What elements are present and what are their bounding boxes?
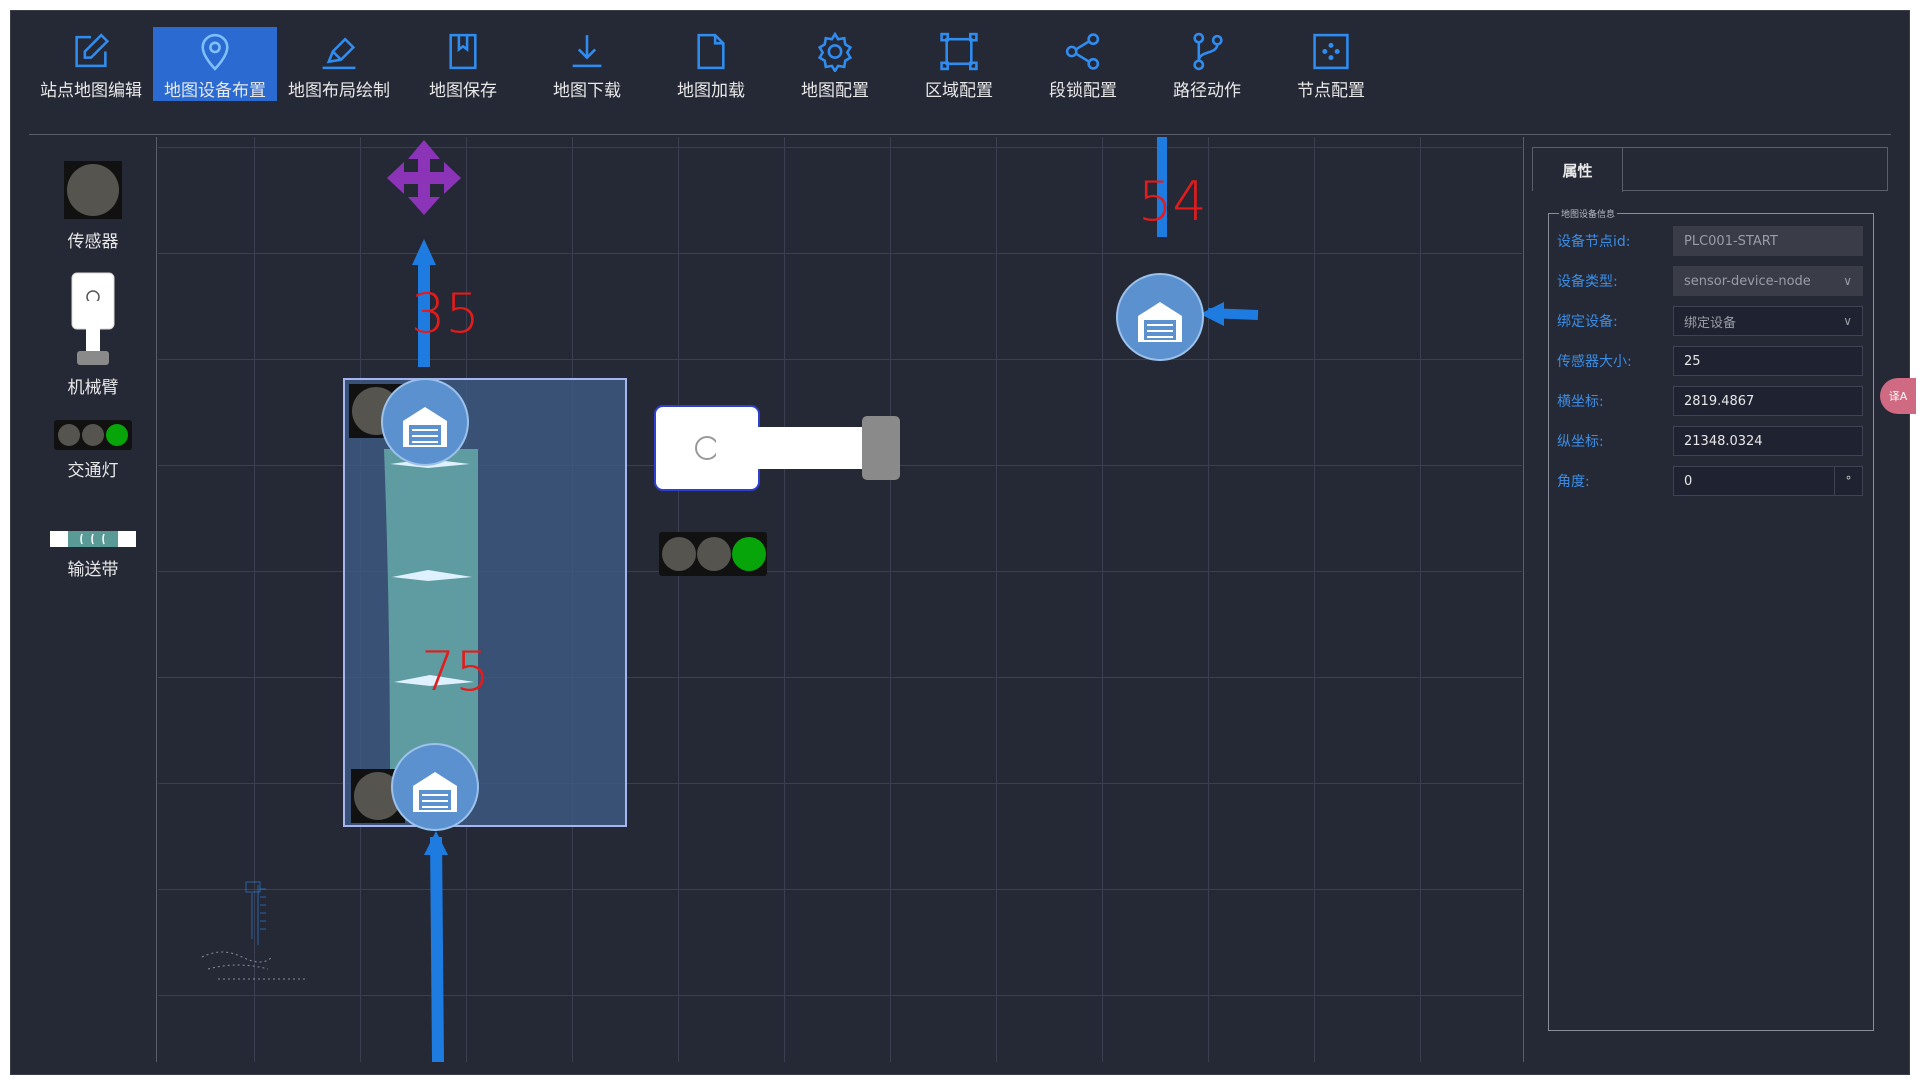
- row-y-coord: 纵坐标: 21348.0324: [1557, 426, 1863, 456]
- sensor-size-value: 25: [1684, 353, 1701, 369]
- translate-button[interactable]: 译A: [1880, 378, 1916, 414]
- download-icon: [572, 35, 602, 68]
- tool-map-load[interactable]: 地图加载: [649, 27, 773, 101]
- label-device-type: 设备类型:: [1557, 274, 1618, 290]
- device-palette: 传感器 机械臂 交通灯 输送带: [29, 137, 157, 1062]
- palette-label: 交通灯: [67, 461, 119, 481]
- tool-label: 节点配置: [1297, 81, 1365, 101]
- node-label-75: 75: [421, 640, 490, 703]
- chevron-down-icon: ∨: [1843, 274, 1852, 288]
- map-canvas[interactable]: 35 75 54: [158, 137, 1522, 1062]
- traffic-light-icon: [54, 420, 132, 450]
- tool-map-config[interactable]: 地图配置: [773, 27, 897, 101]
- x-coord-input[interactable]: 2819.4867: [1673, 386, 1863, 416]
- row-bind-device: 绑定设备: 绑定设备 ∨: [1557, 306, 1863, 336]
- label-sensor-size: 传感器大小:: [1557, 354, 1632, 370]
- selection-box[interactable]: [343, 378, 627, 827]
- node-id-field: PLC001-START: [1673, 226, 1863, 256]
- x-coord-value: 2819.4867: [1684, 393, 1755, 409]
- row-node-id: 设备节点id: PLC001-START: [1557, 226, 1863, 256]
- gear-icon: [817, 31, 853, 72]
- minimap-sketch: [201, 881, 308, 980]
- tool-label: 地图下载: [553, 81, 621, 101]
- label-bind-device: 绑定设备:: [1557, 314, 1618, 330]
- tab-properties[interactable]: 属性: [1533, 148, 1623, 192]
- tool-label: 地图配置: [801, 81, 869, 101]
- property-tabs: 属性: [1532, 147, 1888, 192]
- tool-map-device-layout[interactable]: 地图设备布置: [153, 27, 277, 101]
- node-label-54: 54: [1138, 170, 1207, 233]
- tool-label: 段锁配置: [1049, 81, 1117, 101]
- tool-station-map-edit[interactable]: 站点地图编辑: [29, 27, 153, 101]
- grid-dots-icon: [1313, 33, 1349, 70]
- y-coord-value: 21348.0324: [1684, 433, 1763, 449]
- tool-label: 站点地图编辑: [40, 81, 142, 101]
- tool-map-layout-draw[interactable]: 地图布局绘制: [277, 27, 401, 101]
- tool-map-save[interactable]: 地图保存: [401, 27, 525, 101]
- row-angle: 角度: 0 °: [1557, 466, 1863, 496]
- palette-item-traffic-light[interactable]: 交通灯: [29, 420, 157, 481]
- node-id-value: PLC001-START: [1684, 233, 1778, 249]
- palette-label: 输送带: [67, 560, 119, 580]
- tool-segment-lock-config[interactable]: 段锁配置: [1021, 27, 1145, 101]
- branch-icon: [1193, 32, 1223, 71]
- tool-path-action[interactable]: 路径动作: [1145, 27, 1269, 101]
- app-window: 站点地图编辑 地图设备布置 地图布局绘制 地图保存 地图下载 地图加载 地图配置: [10, 10, 1910, 1075]
- palette-item-conveyor[interactable]: 输送带: [29, 529, 157, 580]
- move-handle-icon[interactable]: [387, 140, 461, 215]
- row-sensor-size: 传感器大小: 25: [1557, 346, 1863, 376]
- tool-label: 地图设备布置: [164, 81, 266, 101]
- area-select-icon: [940, 32, 978, 71]
- station-node-75[interactable]: [391, 743, 479, 831]
- tool-label: 区域配置: [925, 81, 993, 101]
- edit-icon: [75, 33, 110, 68]
- station-node-54[interactable]: [1116, 273, 1204, 361]
- device-info-group: 地图设备信息 设备节点id: PLC001-START 设备类型: sensor…: [1548, 207, 1874, 1031]
- y-coord-input[interactable]: 21348.0324: [1673, 426, 1863, 456]
- palette-item-robot-arm[interactable]: 机械臂: [29, 271, 157, 398]
- palette-item-sensor[interactable]: 传感器: [29, 161, 157, 252]
- angle-unit: °: [1834, 467, 1862, 495]
- property-panel: 属性 地图设备信息 设备节点id: PLC001-START 设备类型: sen…: [1523, 137, 1893, 1062]
- node-label-35: 35: [411, 282, 480, 345]
- conveyor-belt[interactable]: [384, 449, 478, 777]
- station-node-35[interactable]: [381, 378, 469, 466]
- brush-icon: [322, 37, 356, 70]
- tool-label: 地图保存: [429, 81, 497, 101]
- label-angle: 角度:: [1557, 474, 1590, 490]
- device-type-select: sensor-device-node ∨: [1673, 266, 1863, 296]
- palette-label: 传感器: [67, 232, 119, 252]
- sensor-size-input[interactable]: 25: [1673, 346, 1863, 376]
- angle-input[interactable]: 0 °: [1673, 466, 1863, 496]
- conveyor-icon: [50, 531, 136, 547]
- group-legend: 地图设备信息: [1559, 207, 1618, 220]
- share-nodes-icon: [1065, 33, 1100, 70]
- angle-value: 0: [1684, 473, 1693, 489]
- file-icon: [697, 33, 725, 70]
- tool-label: 地图加载: [677, 81, 745, 101]
- bookmark-icon: [449, 33, 477, 70]
- traffic-light-device[interactable]: [659, 532, 767, 576]
- tool-label: 地图布局绘制: [288, 81, 390, 101]
- bind-device-select[interactable]: 绑定设备 ∨: [1673, 306, 1863, 336]
- label-y-coord: 纵坐标:: [1557, 434, 1604, 450]
- row-x-coord: 横坐标: 2819.4867: [1557, 386, 1863, 416]
- label-node-id: 设备节点id:: [1557, 234, 1631, 250]
- device-type-value: sensor-device-node: [1684, 273, 1811, 289]
- label-x-coord: 横坐标:: [1557, 394, 1604, 410]
- tool-area-config[interactable]: 区域配置: [897, 27, 1021, 101]
- tool-map-download[interactable]: 地图下载: [525, 27, 649, 101]
- tool-label: 路径动作: [1173, 81, 1241, 101]
- bind-device-placeholder: 绑定设备: [1684, 315, 1737, 331]
- robot-arm-device[interactable]: [654, 405, 900, 491]
- row-device-type: 设备类型: sensor-device-node ∨: [1557, 266, 1863, 296]
- location-pin-icon: [201, 33, 229, 71]
- sensor-icon: [64, 161, 122, 219]
- tool-node-config[interactable]: 节点配置: [1269, 27, 1393, 101]
- toolbar: 站点地图编辑 地图设备布置 地图布局绘制 地图保存 地图下载 地图加载 地图配置: [29, 27, 1891, 135]
- robot-arm-icon: [71, 272, 115, 365]
- chevron-down-icon: ∨: [1843, 314, 1852, 328]
- palette-label: 机械臂: [67, 378, 119, 398]
